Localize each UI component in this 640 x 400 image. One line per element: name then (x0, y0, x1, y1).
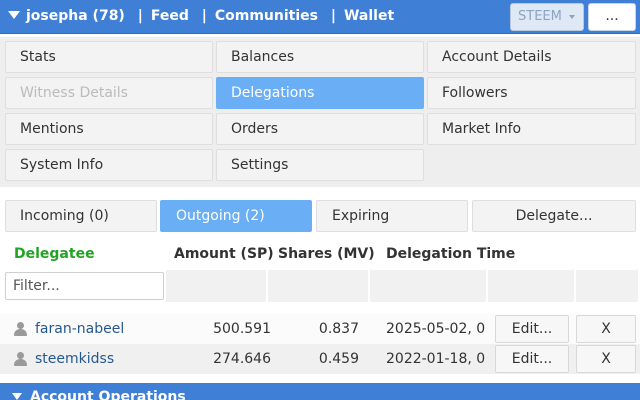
nav-feed[interactable]: Feed (151, 8, 189, 24)
chevron-down-icon[interactable] (8, 11, 20, 19)
nav-wallet[interactable]: Wallet (344, 8, 394, 24)
filter-row (0, 270, 640, 304)
chain-select[interactable]: STEEM (510, 3, 584, 31)
filter-cell (268, 270, 370, 302)
user-icon (14, 352, 27, 366)
filter-cell (488, 270, 576, 302)
top-header: josepha (78) | Feed | Communities | Wallet … (0, 0, 640, 34)
column-shares[interactable]: Shares (MV) (278, 238, 375, 270)
user-icon (14, 322, 27, 336)
menu-orders[interactable]: Orders (216, 113, 424, 145)
caret-down-icon (569, 15, 575, 19)
chevron-down-icon (12, 393, 22, 400)
table-row: faran-nabeel 500.591 0.837 2025-05-02, 0… (0, 314, 640, 344)
tab-incoming[interactable]: Incoming (0) (5, 200, 157, 232)
amount-value: 500.591 (213, 321, 271, 337)
nav-communities[interactable]: Communities (215, 8, 318, 24)
section-label: Account Operations (30, 389, 186, 400)
tab-outgoing[interactable]: Outgoing (2) (160, 200, 312, 232)
nav-separator: | (137, 8, 143, 24)
menu-witness-details: Witness Details (5, 77, 213, 109)
nav-separator: | (201, 8, 207, 24)
menu-balances[interactable]: Balances (216, 41, 424, 73)
wallet-menu: Stats Balances Account Details Witness D… (0, 37, 640, 187)
shares-value: 0.459 (318, 351, 359, 367)
column-delegatee[interactable]: Delegatee (14, 238, 95, 270)
remove-button[interactable]: X (576, 315, 636, 343)
remove-button[interactable]: X (576, 345, 636, 373)
edit-button[interactable]: Edit... (495, 345, 569, 373)
table-row: steemkidss 274.646 0.459 2022-01-18, 09 … (0, 344, 640, 374)
menu-account-details[interactable]: Account Details (427, 41, 636, 73)
chain-select-value: STEEM (518, 9, 562, 24)
header-title: josepha (78) | Feed | Communities | Wallet (8, 0, 394, 34)
account-operations-header[interactable]: Account Operations (0, 383, 640, 400)
shares-value: 0.837 (318, 321, 359, 337)
delegation-time-value: 2025-05-02, 02 (386, 321, 486, 337)
filter-cell (370, 270, 488, 302)
delegation-time-value: 2022-01-18, 09 (386, 351, 486, 367)
delegation-tabs: Incoming (0) Outgoing (2) Expiring Deleg… (0, 196, 640, 236)
menu-settings[interactable]: Settings (216, 149, 424, 181)
menu-delegations[interactable]: Delegations (216, 77, 424, 109)
more-button[interactable]: ... (588, 3, 636, 31)
menu-market-info[interactable]: Market Info (427, 113, 636, 145)
menu-system-info[interactable]: System Info (5, 149, 213, 181)
column-amount[interactable]: Amount (SP) (174, 238, 274, 270)
tab-expiring[interactable]: Expiring (316, 200, 468, 232)
nav-separator: | (330, 8, 336, 24)
menu-mentions[interactable]: Mentions (5, 113, 213, 145)
edit-button[interactable]: Edit... (495, 315, 569, 343)
menu-followers[interactable]: Followers (427, 77, 636, 109)
menu-stats[interactable]: Stats (5, 41, 213, 73)
filter-cell (576, 270, 640, 302)
column-delegation-time[interactable]: Delegation Time (386, 238, 515, 270)
delegatee-link[interactable]: faran-nabeel (35, 314, 165, 344)
delegatee-link[interactable]: steemkidss (35, 344, 165, 374)
delegate-button[interactable]: Delegate... (472, 200, 636, 232)
user-label[interactable]: josepha (78) (26, 8, 125, 24)
amount-value: 274.646 (213, 351, 271, 367)
filter-input[interactable] (5, 272, 164, 300)
table-header: Delegatee Amount (SP) Shares (MV) Delega… (0, 238, 640, 270)
filter-cell (166, 270, 268, 302)
